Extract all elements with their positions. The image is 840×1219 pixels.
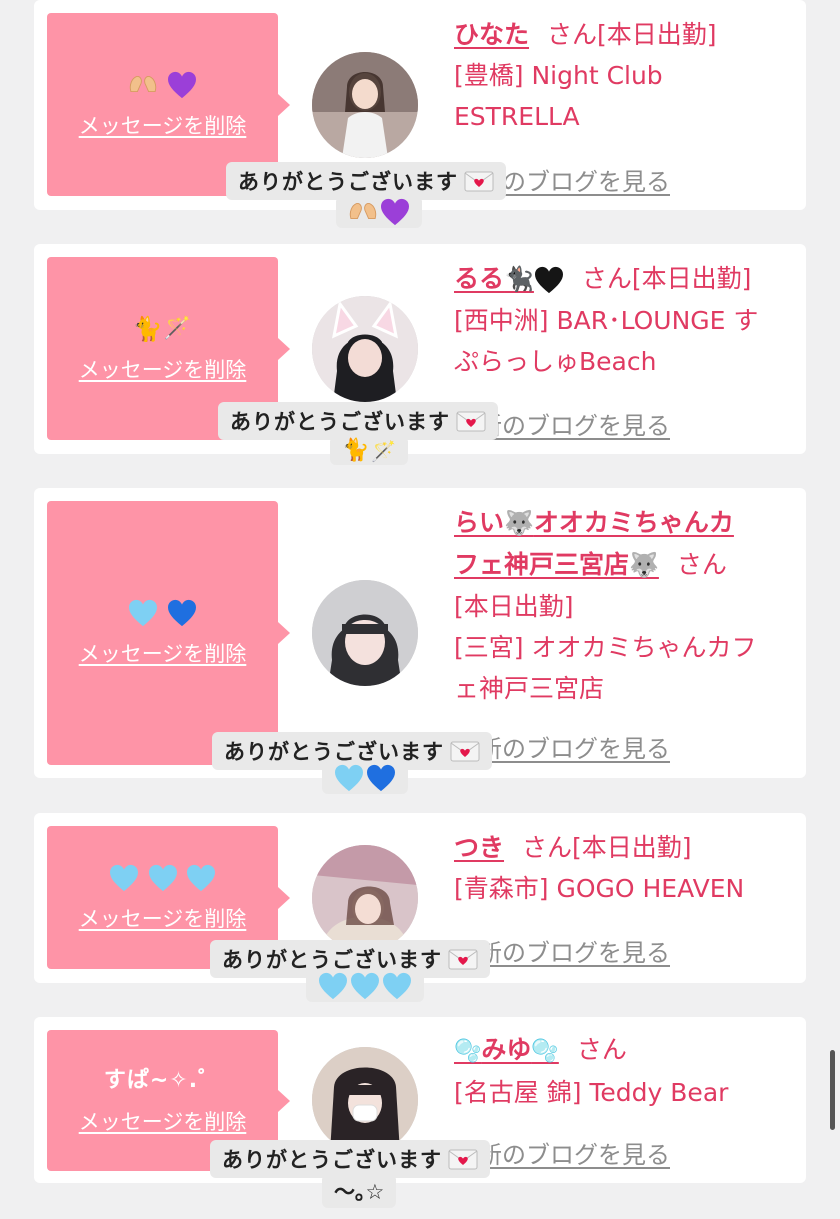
- love-letter-icon: [448, 1148, 478, 1170]
- cat-icon: 🐈: [342, 438, 370, 463]
- light-blue-heart-icon: [318, 972, 348, 1000]
- love-letter-icon: [448, 948, 478, 970]
- light-blue-heart-icon: [350, 972, 380, 1000]
- blue-heart-icon: [366, 764, 396, 792]
- san-label: さん: [547, 20, 598, 49]
- delete-message-link[interactable]: メッセージを削除: [79, 354, 247, 384]
- status-label: [本日出勤]: [572, 833, 692, 862]
- avatar[interactable]: [312, 1047, 418, 1153]
- delete-message-link[interactable]: メッセージを削除: [79, 110, 247, 140]
- scrollbar[interactable]: [830, 1050, 835, 1130]
- delete-message-link[interactable]: メッセージを削除: [79, 638, 247, 668]
- cast-info: ひなた さん[本日出勤] [豊橋] Night Club ESTRELLA: [454, 14, 790, 137]
- status-label: [本日出勤]: [597, 20, 717, 49]
- light-blue-heart-icon: [128, 599, 158, 627]
- thanks-text: ありがとうございます: [238, 170, 458, 194]
- avatar[interactable]: [312, 845, 418, 951]
- message-content: [128, 70, 197, 100]
- light-blue-heart-icon: [186, 864, 216, 892]
- san-label: さん: [522, 833, 573, 862]
- thanks-text: ありがとうございます: [222, 1148, 442, 1172]
- cast-name[interactable]: 🫧みゆ🫧: [454, 1035, 559, 1064]
- reply-emoji-bubble: 🐈 🪄: [330, 436, 409, 465]
- delete-message-link[interactable]: メッセージを削除: [79, 903, 247, 933]
- blue-heart-icon: [167, 599, 197, 627]
- thanks-bubble: ありがとうございます: [218, 402, 498, 440]
- san-label: さん: [576, 1035, 627, 1064]
- cast-info: るる🐈‍⬛ さん[本日出勤] [西中洲] BAR･LOUNGE すぷらっしゅBea…: [454, 258, 790, 382]
- wolf-icon: 🐺: [629, 551, 659, 579]
- reply-emoji-bubble: [322, 762, 408, 794]
- status-label: [本日出勤]: [454, 592, 574, 621]
- magic-wand-icon: 🪄: [163, 315, 193, 341]
- hands-heart-icon: [348, 198, 378, 226]
- purple-heart-icon: [380, 198, 410, 226]
- cast-info: つき さん[本日出勤] [青森市] GOGO HEAVEN: [454, 827, 790, 909]
- cast-name[interactable]: ひなた: [454, 20, 529, 49]
- message-content: [128, 598, 197, 628]
- light-blue-heart-icon: [148, 864, 178, 892]
- shop-name: [三宮] オオカミちゃんカフ ェ神戸三宮店: [454, 633, 757, 703]
- status-label: [本日出勤]: [631, 264, 752, 293]
- love-letter-icon: [456, 410, 486, 432]
- message-list: メッセージを削除 ひなた さん[本日出勤] [豊橋] Night Club ESTR…: [0, 0, 840, 1219]
- bubbles-icon: 🫧: [531, 1039, 559, 1064]
- shop-name: [青森市] GOGO HEAVEN: [454, 874, 745, 903]
- message-content: 🐈🪄: [133, 314, 192, 344]
- love-letter-icon: [450, 740, 480, 762]
- san-label: さん: [676, 550, 727, 579]
- cast-name[interactable]: つき: [454, 833, 504, 862]
- reply-text: 〜｡☆: [334, 1180, 385, 1204]
- shop-name: [豊橋] Night Club ESTRELLA: [454, 61, 663, 131]
- black-cat-icon: 🐈‍⬛: [504, 265, 534, 293]
- magic-wand-icon: 🪄: [371, 438, 397, 463]
- message-content: [109, 863, 216, 893]
- cat-icon: 🐈: [132, 314, 164, 343]
- hands-heart-icon: [128, 71, 158, 99]
- light-blue-heart-icon: [334, 764, 364, 792]
- shop-name: [名古屋 錦] Teddy Bear: [454, 1078, 729, 1107]
- light-blue-heart-icon: [109, 864, 139, 892]
- cast-info: 🫧みゆ🫧 さん [名古屋 錦] Teddy Bear: [454, 1029, 790, 1113]
- light-blue-heart-icon: [382, 972, 412, 1000]
- shop-name: [西中洲] BAR･LOUNGE すぷらっしゅBeach: [454, 306, 759, 376]
- delete-message-link[interactable]: メッセージを削除: [79, 1106, 247, 1136]
- thanks-text: ありがとうございます: [230, 410, 450, 434]
- bubbles-icon: 🫧: [454, 1039, 482, 1064]
- message-box: メッセージを削除: [47, 501, 290, 765]
- cast-name[interactable]: るる🐈‍⬛: [454, 264, 564, 293]
- avatar[interactable]: [312, 52, 418, 158]
- san-label: さん: [581, 264, 632, 293]
- message-content: すぱ~✧.゜: [103, 1067, 222, 1093]
- purple-heart-icon: [167, 71, 197, 99]
- thanks-bubble: ありがとうございます: [226, 162, 506, 200]
- cast-info: らい🐺オオカミちゃんカ フェ神戸三宮店🐺 さん [本日出勤] [三宮] オオカミちゃ…: [454, 502, 790, 709]
- reply-text-bubble: 〜｡☆: [322, 1174, 397, 1208]
- avatar[interactable]: [312, 580, 418, 686]
- thanks-bubble: ありがとうございます: [210, 1140, 490, 1178]
- love-letter-icon: [464, 170, 494, 192]
- reply-emoji-bubble: [336, 196, 422, 228]
- wolf-icon: 🐺: [504, 509, 534, 537]
- reply-emoji-bubble: [306, 970, 424, 1002]
- black-heart-icon: [534, 266, 564, 294]
- avatar[interactable]: [312, 296, 418, 402]
